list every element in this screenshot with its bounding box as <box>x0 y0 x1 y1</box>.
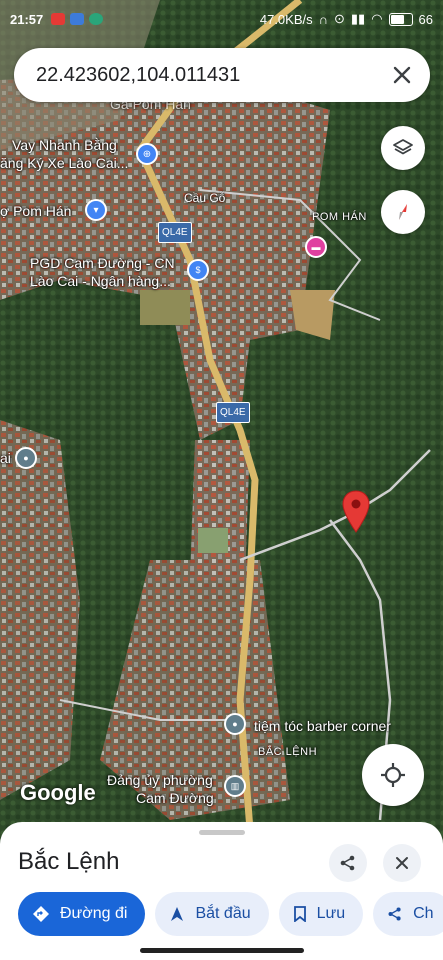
compass-button[interactable] <box>381 190 425 234</box>
start-label: Bắt đầu <box>195 905 251 922</box>
search-input[interactable]: 22.423602,104.011431 <box>14 64 382 87</box>
app-icon-2 <box>89 13 104 25</box>
location-pin-icon[interactable] <box>341 490 371 534</box>
directions-icon <box>33 906 49 922</box>
close-sheet-button[interactable] <box>383 844 421 882</box>
close-icon <box>393 66 411 84</box>
action-chips: Đường đi Bắt đầu Lưu Ch <box>18 892 443 936</box>
share-icon <box>340 855 355 871</box>
shopping-bag-icon[interactable]: ⊕ <box>136 143 158 165</box>
road-shield-ql4e: QL4E <box>158 222 192 243</box>
hotel-icon[interactable]: ▬ <box>305 236 327 258</box>
satellite-map[interactable]: Ga Pom Hán Vay Nhanh Bằng ăng Ký Xe Lào … <box>0 0 443 960</box>
layers-button[interactable] <box>381 126 425 170</box>
map-label-pgd-2[interactable]: Lào Cai - Ngân hàng... <box>30 273 171 290</box>
signal-icon: ▮▮ <box>350 11 366 26</box>
government-building-icon[interactable]: ▥ <box>224 775 246 797</box>
shopping-cart-icon[interactable]: ▾ <box>85 199 107 221</box>
clear-search-button[interactable] <box>382 55 422 95</box>
share-icon <box>388 907 401 921</box>
share-button[interactable] <box>329 844 367 882</box>
map-label-pgd-1[interactable]: PGD Cam Đường - CN <box>30 255 175 272</box>
place-title: Bắc Lệnh <box>18 848 120 875</box>
search-bar[interactable]: 22.423602,104.011431 <box>14 48 430 102</box>
place-bottom-sheet[interactable]: Bắc Lệnh Đường đi Bắt đầu Lưu Ch <box>0 822 443 960</box>
youtube-icon <box>51 13 66 25</box>
battery-level: 66 <box>418 11 433 27</box>
crosshair-icon <box>381 763 405 787</box>
bank-icon[interactable]: $ <box>187 259 209 281</box>
map-label-pom-han[interactable]: POM HÁN <box>312 209 367 226</box>
map-label-pom-han-market[interactable]: ợ Pom Hán <box>0 203 71 220</box>
map-label-ai[interactable]: ai <box>0 450 11 467</box>
place-marker-icon[interactable]: ● <box>15 447 37 469</box>
sheet-drag-handle[interactable] <box>199 830 245 835</box>
status-time: 21:57 <box>10 11 44 27</box>
directions-button[interactable]: Đường đi <box>18 892 146 936</box>
navigation-arrow-icon <box>171 907 184 921</box>
map-label-barber[interactable]: tiệm tóc barber corner <box>254 718 391 735</box>
share-label: Ch <box>413 905 434 922</box>
directions-label: Đường đi <box>60 905 128 922</box>
map-label-vay[interactable]: Vay Nhanh Bằng <box>12 137 117 154</box>
gesture-nav-bar[interactable] <box>140 948 304 953</box>
map-label-dang-uy-2[interactable]: Cam Đường <box>136 790 214 807</box>
bookmark-icon <box>293 906 306 922</box>
share-chip-button[interactable]: Ch <box>373 892 443 936</box>
headphone-icon: ∩ <box>318 11 328 27</box>
save-label: Lưu <box>316 905 346 922</box>
save-button[interactable]: Lưu <box>278 892 364 936</box>
map-label-bac-lenh[interactable]: BẮC LỆNH <box>258 744 317 761</box>
map-label-dang-ky[interactable]: ăng Ký Xe Lào Cai... <box>0 155 128 172</box>
start-button[interactable]: Bắt đầu <box>155 892 269 936</box>
place-marker-icon-barber[interactable]: ● <box>224 713 246 735</box>
road-shield-ql4e-2: QL4E <box>216 402 250 423</box>
compass-icon <box>399 204 407 220</box>
status-bar: 21:57 47.0KB/s ∩ ⊙ ▮▮ ◠ 66 <box>0 0 443 38</box>
my-location-button[interactable] <box>362 744 424 806</box>
battery-icon <box>388 12 413 26</box>
wifi-icon: ◠ <box>371 11 383 26</box>
map-label-dang-uy-1[interactable]: Đảng ủy phường <box>107 772 213 789</box>
app-icon <box>70 13 85 25</box>
alarm-icon: ⊙ <box>333 11 345 26</box>
network-speed: 47.0KB/s <box>259 11 313 27</box>
layers-icon <box>393 139 413 155</box>
google-logo: Google <box>20 780 96 805</box>
close-icon <box>396 857 408 869</box>
map-label-cau-go[interactable]: Cầu Gỗ <box>184 190 225 207</box>
